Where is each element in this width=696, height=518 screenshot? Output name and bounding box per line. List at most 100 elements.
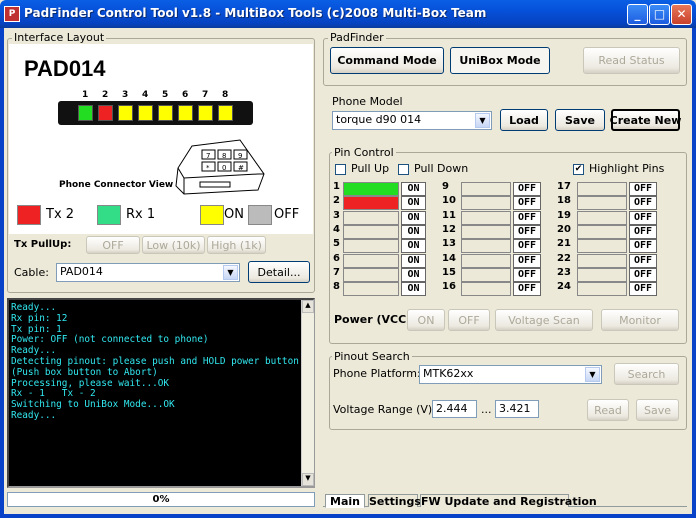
scroll-down-icon[interactable]: ▼ xyxy=(302,473,314,486)
pull-up-checkbox[interactable] xyxy=(335,164,346,175)
pin-toggle-button[interactable]: OFF xyxy=(629,182,657,196)
pin-toggle-button[interactable]: OFF xyxy=(629,224,657,239)
legend-rx-swatch xyxy=(97,205,121,225)
highlight-pins-checkbox[interactable]: ✔ xyxy=(573,164,584,175)
pin-toggle-button[interactable]: OFF xyxy=(513,196,541,211)
connector-pin xyxy=(138,105,153,121)
pin-status-bar xyxy=(343,267,399,282)
tx-pullup-off-button[interactable]: OFF xyxy=(86,236,140,254)
detail-button[interactable]: Detail... xyxy=(248,261,310,283)
tx-pullup-high-button[interactable]: High (1k) xyxy=(207,236,266,254)
power-on-button[interactable]: ON xyxy=(407,309,445,331)
pin-number: 19 xyxy=(557,209,571,221)
tab-main[interactable]: Main xyxy=(325,494,365,508)
pin-status-bar xyxy=(461,224,511,239)
pin-number: 16 xyxy=(442,281,456,293)
save-model-button[interactable]: Save xyxy=(555,109,605,131)
connector-pin xyxy=(178,105,193,121)
voltage-min-input[interactable]: 2.444 xyxy=(432,400,477,418)
pin-status-bar xyxy=(343,253,399,268)
search-button[interactable]: Search xyxy=(614,363,679,385)
pin-toggle-button[interactable]: ON xyxy=(401,210,426,225)
pin-toggle-button[interactable]: ON xyxy=(401,196,426,211)
phone-platform-select[interactable]: MTK62xx ▼ xyxy=(419,365,602,384)
pin-toggle-button[interactable]: OFF xyxy=(629,282,657,297)
pin-grid: 1 ON 2 ON 3 ON 4 ON 5 ON 6 ON 7 ON 8 ON 9 OFF 10 OFF 11 OFF 12… xyxy=(333,181,683,297)
pin-toggle-button[interactable]: ON xyxy=(401,253,426,268)
pin-toggle-button[interactable]: ON xyxy=(401,224,426,239)
pin-toggle-button[interactable]: OFF xyxy=(513,253,541,268)
pin-number: 4 xyxy=(333,223,340,235)
pin-toggle-button[interactable]: OFF xyxy=(513,282,541,297)
connector-pin-number: 4 xyxy=(142,90,149,100)
phone-key-label: 9 xyxy=(238,152,242,160)
phone-key-label: # xyxy=(238,164,244,172)
minimize-button[interactable]: _ xyxy=(627,4,648,25)
connector-pin xyxy=(98,105,113,121)
app-icon[interactable]: P xyxy=(4,6,20,22)
pin-toggle-button[interactable]: OFF xyxy=(629,253,657,268)
chevron-down-icon[interactable]: ▼ xyxy=(585,367,600,382)
voltage-max-input[interactable]: 3.421 xyxy=(495,400,539,418)
maximize-button[interactable]: □ xyxy=(649,4,670,25)
pin-status-bar xyxy=(461,196,511,211)
chevron-down-icon[interactable]: ▼ xyxy=(475,113,490,128)
pin-status-bar xyxy=(461,239,511,254)
tab-settings[interactable]: Settings xyxy=(368,494,421,508)
power-label: Power (VCC): xyxy=(334,313,416,326)
voltage-scan-button[interactable]: Voltage Scan xyxy=(495,309,593,331)
pin-toggle-button[interactable]: ON xyxy=(401,239,426,254)
read-status-button[interactable]: Read Status xyxy=(583,47,680,74)
create-new-button[interactable]: Create New xyxy=(610,109,681,131)
pin-toggle-button[interactable]: OFF xyxy=(513,182,541,196)
save-voltage-button[interactable]: Save xyxy=(636,399,679,421)
close-icon: ✕ xyxy=(676,7,687,21)
pin-toggle-button[interactable]: OFF xyxy=(513,239,541,254)
pin-toggle-button[interactable]: OFF xyxy=(513,224,541,239)
progress-bar: 0% xyxy=(7,492,315,507)
load-button[interactable]: Load xyxy=(500,109,548,131)
window-frame-right xyxy=(692,28,696,518)
close-button[interactable]: ✕ xyxy=(671,4,692,25)
log-text: Ready... Rx pin: 12 Tx pin: 1 Power: OFF… xyxy=(11,302,305,421)
pin-toggle-button[interactable]: OFF xyxy=(629,267,657,282)
tab-fw-update[interactable]: FW Update and Registration xyxy=(420,494,597,508)
pin-toggle-button[interactable]: ON xyxy=(401,182,426,196)
pin-toggle-button[interactable]: OFF xyxy=(513,267,541,282)
pin-toggle-button[interactable]: OFF xyxy=(629,210,657,225)
pin-number: 15 xyxy=(442,266,456,278)
scroll-up-icon[interactable]: ▲ xyxy=(302,300,314,313)
unibox-mode-button[interactable]: UniBox Mode xyxy=(450,47,550,74)
command-mode-button[interactable]: Command Mode xyxy=(330,47,444,74)
pin-status-bar xyxy=(577,253,627,268)
power-off-button[interactable]: OFF xyxy=(448,309,490,331)
pin-toggle-button[interactable]: OFF xyxy=(513,210,541,225)
connector-pin xyxy=(118,105,133,121)
phone-model-select[interactable]: torque d90 014 ▼ xyxy=(332,111,492,130)
legend-tx-swatch xyxy=(17,205,41,225)
tx-pullup-low-button[interactable]: Low (10k) xyxy=(142,236,205,254)
legend-on-label: ON xyxy=(224,207,244,222)
phone-key-label: 8 xyxy=(222,152,226,160)
chevron-down-icon[interactable]: ▼ xyxy=(223,265,238,280)
pin-toggle-button[interactable]: OFF xyxy=(629,239,657,254)
phone-platform-label: Phone Platform: xyxy=(333,367,421,380)
console-scrollbar[interactable]: ▲ ▼ xyxy=(301,300,314,486)
pull-down-checkbox[interactable] xyxy=(398,164,409,175)
log-console[interactable]: Ready... Rx pin: 12 Tx pin: 1 Power: OFF… xyxy=(7,298,315,488)
cable-select[interactable]: PAD014 ▼ xyxy=(56,263,240,282)
pull-up-label: Pull Up xyxy=(351,162,390,175)
pin-number: 6 xyxy=(333,252,340,264)
pin-status-bar xyxy=(577,239,627,254)
pin-number: 18 xyxy=(557,195,571,207)
phone-model-value: torque d90 014 xyxy=(336,113,422,126)
connector-pin-number: 6 xyxy=(182,90,189,100)
pin-toggle-button[interactable]: ON xyxy=(401,282,426,297)
window-frame-bottom xyxy=(0,514,696,518)
read-button[interactable]: Read xyxy=(587,399,629,421)
pin-toggle-button[interactable]: ON xyxy=(401,267,426,282)
phone-key-label: 7 xyxy=(206,152,210,160)
connector-pin-number: 8 xyxy=(222,90,229,100)
pin-toggle-button[interactable]: OFF xyxy=(629,196,657,211)
monitor-button[interactable]: Monitor xyxy=(601,309,679,331)
